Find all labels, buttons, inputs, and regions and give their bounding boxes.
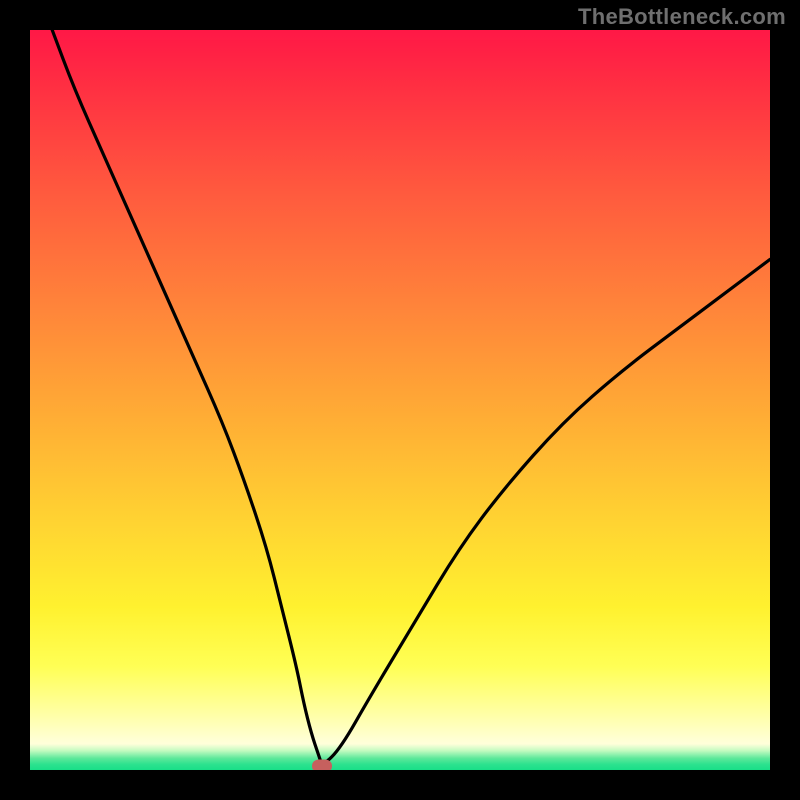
optimum-marker <box>312 760 332 770</box>
plot-area <box>30 30 770 770</box>
chart-frame: TheBottleneck.com <box>0 0 800 800</box>
watermark-text: TheBottleneck.com <box>578 4 786 30</box>
bottleneck-curve <box>30 30 770 770</box>
